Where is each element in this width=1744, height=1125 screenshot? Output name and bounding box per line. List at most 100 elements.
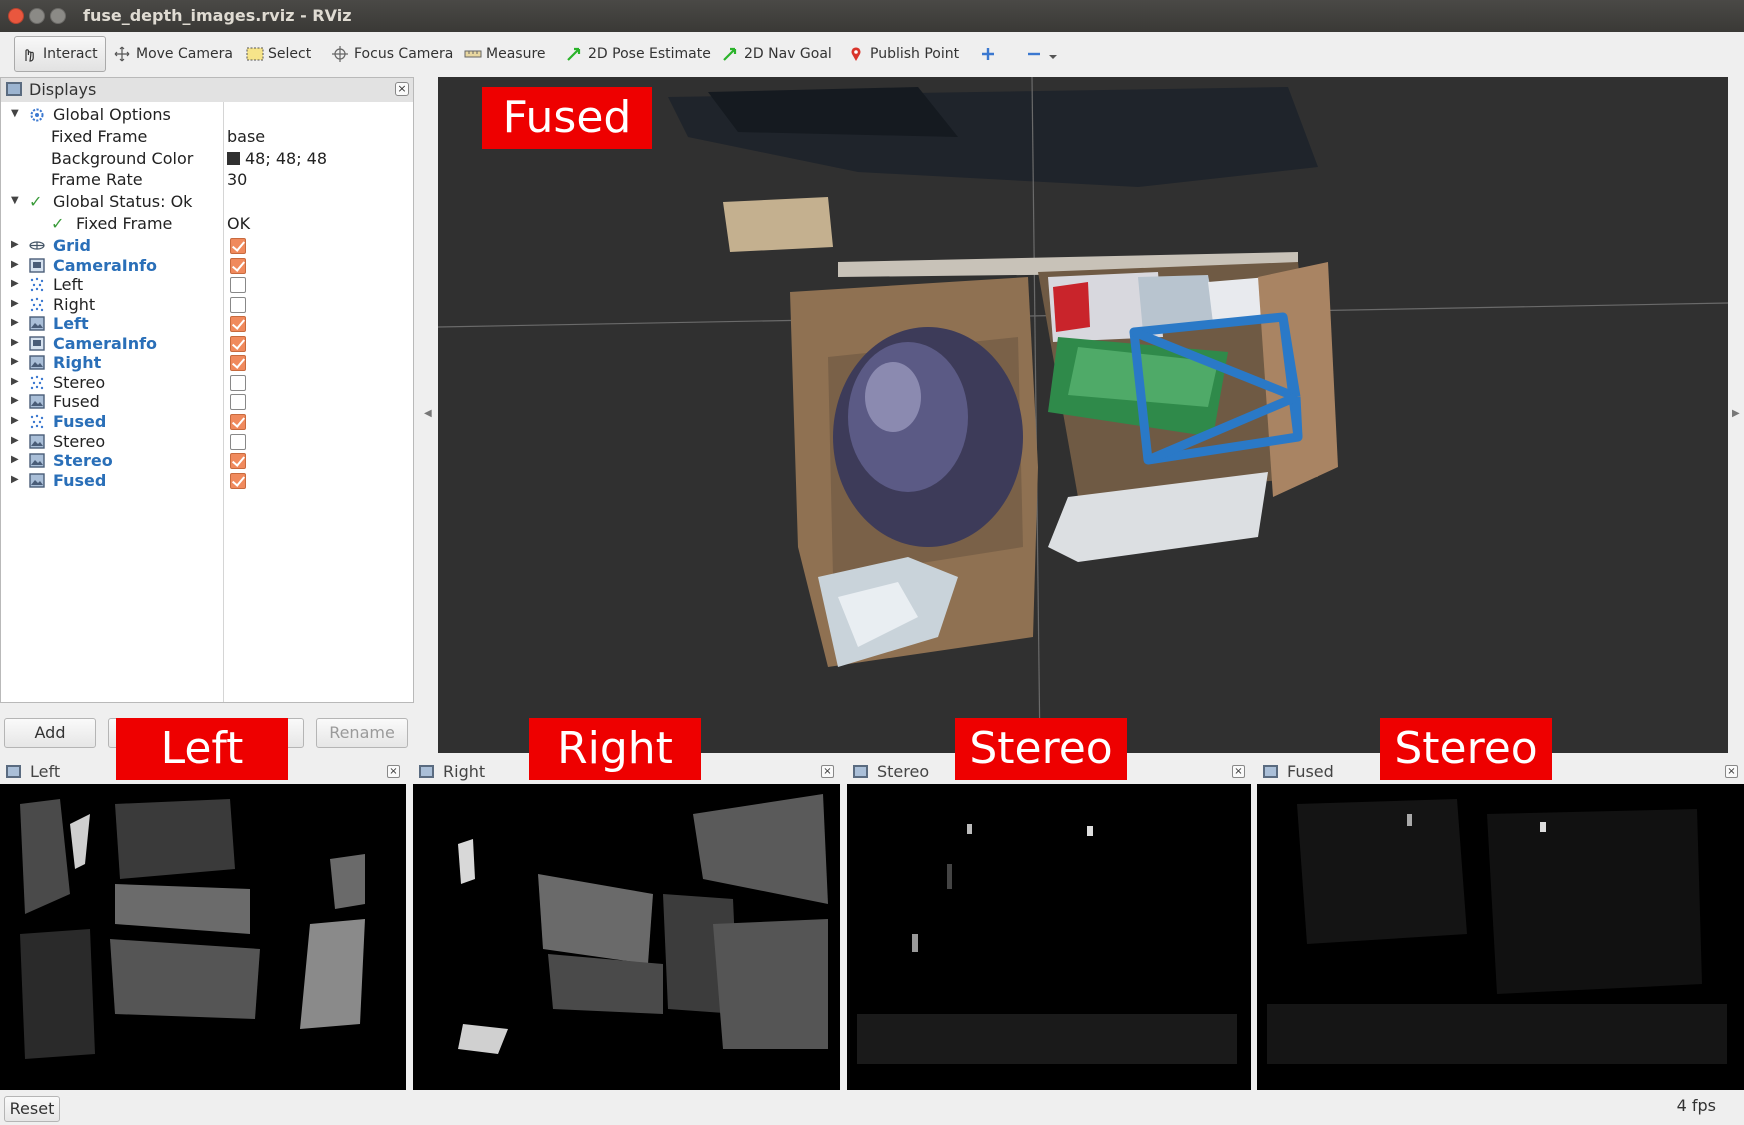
- tree-row-global-status[interactable]: ▼ ✓ Global Status: Ok: [1, 191, 413, 213]
- display-enabled-checkbox[interactable]: [230, 472, 246, 489]
- image-panel-overlay-label: Left: [116, 718, 288, 780]
- expand-right-icon[interactable]: ▶: [11, 259, 19, 270]
- image-panel-overlay-label: Stereo: [955, 718, 1127, 780]
- tree-row-display[interactable]: ▶ CameraInfo: [1, 333, 413, 355]
- display-enabled-checkbox[interactable]: [230, 355, 246, 372]
- window-maximize-button[interactable]: [50, 8, 66, 24]
- property-value[interactable]: 48; 48; 48: [227, 149, 327, 168]
- select-tool-button[interactable]: Select: [240, 36, 317, 72]
- measure-tool-button[interactable]: Measure: [458, 36, 552, 72]
- expand-right-icon[interactable]: ▶: [11, 298, 19, 309]
- expand-right-icon[interactable]: ▶: [11, 239, 19, 250]
- remove-tool-button[interactable]: [1020, 36, 1064, 72]
- 3d-render-view[interactable]: Fused: [438, 77, 1728, 753]
- close-icon[interactable]: ×: [1232, 765, 1245, 778]
- window-close-button[interactable]: [8, 8, 24, 24]
- close-icon[interactable]: ×: [395, 82, 409, 96]
- 2d-nav-goal-tool-button[interactable]: 2D Nav Goal: [716, 36, 838, 72]
- display-enabled-checkbox[interactable]: [230, 316, 246, 333]
- tree-row-display[interactable]: ▶ Right: [1, 352, 413, 374]
- expand-right-icon[interactable]: ▶: [11, 337, 19, 348]
- window-minimize-button[interactable]: [29, 8, 45, 24]
- image-panel-left: Left × Left: [0, 718, 406, 1090]
- display-name: Fused: [53, 411, 107, 431]
- close-icon[interactable]: ×: [1725, 765, 1738, 778]
- tree-row-display[interactable]: ▶ Stereo: [1, 450, 413, 472]
- display-enabled-checkbox[interactable]: [230, 433, 246, 450]
- display-enabled-checkbox[interactable]: [230, 394, 246, 411]
- expand-right-icon[interactable]: ▶: [11, 376, 19, 387]
- tree-row-display[interactable]: ▶ Fused: [1, 391, 413, 413]
- display-enabled-checkbox[interactable]: [230, 277, 246, 294]
- expand-right-icon[interactable]: ▶: [11, 435, 19, 446]
- depth-image: [0, 784, 406, 1090]
- focus-camera-tool-button[interactable]: Focus Camera: [326, 36, 459, 72]
- property-value[interactable]: 30: [227, 170, 247, 189]
- tree-row-display[interactable]: ▶ Right: [1, 294, 413, 316]
- expand-right-icon[interactable]: ▶: [11, 278, 19, 289]
- image-icon: [29, 394, 45, 410]
- expand-down-icon[interactable]: ▼: [11, 108, 19, 119]
- tree-row-display[interactable]: ▶ Stereo: [1, 431, 413, 453]
- display-enabled-checkbox[interactable]: [230, 335, 246, 352]
- tree-row-global-options[interactable]: ▼ Global Options: [1, 104, 413, 126]
- display-enabled-checkbox[interactable]: [230, 257, 246, 274]
- display-name: Fused: [53, 392, 100, 412]
- tree-row-display[interactable]: ▶ Stereo: [1, 372, 413, 394]
- tree-row-display[interactable]: ▶ Fused: [1, 470, 413, 492]
- tree-row-display[interactable]: ▶ Left: [1, 313, 413, 335]
- move-camera-tool-button[interactable]: Move Camera: [108, 36, 239, 72]
- tree-row-frame-rate[interactable]: Frame Rate 30: [1, 169, 413, 191]
- publish-point-tool-button[interactable]: Publish Point: [842, 36, 965, 72]
- expand-right-icon[interactable]: ▶: [11, 474, 19, 485]
- expand-right-icon[interactable]: ▶: [11, 395, 19, 406]
- fps-readout: 4 fps: [1676, 1096, 1716, 1115]
- close-icon[interactable]: ×: [821, 765, 834, 778]
- grid-icon: [29, 238, 45, 253]
- rename-display-button[interactable]: Rename: [316, 718, 408, 748]
- tree-row-display[interactable]: ▶ Grid: [1, 235, 413, 257]
- add-display-button[interactable]: Add: [4, 718, 96, 748]
- add-tool-button[interactable]: [974, 36, 1002, 72]
- tree-row-background-color[interactable]: Background Color 48; 48; 48: [1, 148, 413, 170]
- display-enabled-checkbox[interactable]: [230, 296, 246, 313]
- green-arrow-icon: [722, 46, 738, 62]
- displays-panel-title: Displays: [29, 80, 97, 99]
- image-panel-right: Right × Right: [413, 718, 840, 1090]
- display-enabled-checkbox[interactable]: [230, 413, 246, 430]
- tree-row-fixed-frame[interactable]: Fixed Frame base: [1, 126, 413, 148]
- tree-row-display[interactable]: ▶ Fused: [1, 411, 413, 433]
- reset-button[interactable]: Reset: [4, 1096, 60, 1122]
- move-camera-icon: [114, 46, 130, 62]
- expand-right-icon[interactable]: ▶: [11, 454, 19, 465]
- display-enabled-checkbox[interactable]: [230, 453, 246, 470]
- expand-right-icon[interactable]: ▶: [11, 415, 19, 426]
- interact-tool-button[interactable]: Interact: [14, 36, 106, 72]
- pointcloud-icon: [29, 297, 45, 312]
- display-name: Right: [53, 294, 96, 314]
- expand-right-icon[interactable]: ▶: [11, 356, 19, 367]
- tree-row-display[interactable]: ▶ Left: [1, 274, 413, 296]
- displays-panel: Displays × ▼ Global Options Fixed Frame …: [0, 77, 414, 703]
- collapse-right-arrow[interactable]: ▶: [1732, 408, 1740, 419]
- select-tool-label: Select: [268, 46, 312, 62]
- display-name: Left: [53, 314, 89, 334]
- 2d-nav-goal-tool-label: 2D Nav Goal: [744, 46, 832, 62]
- collapse-left-arrow[interactable]: ◀: [424, 408, 432, 419]
- 2d-pose-estimate-tool-button[interactable]: 2D Pose Estimate: [560, 36, 717, 72]
- tree-row-status-fixed-frame[interactable]: ✓ Fixed Frame OK: [1, 213, 413, 235]
- tree-row-display[interactable]: ▶ CameraInfo: [1, 255, 413, 277]
- expand-down-icon[interactable]: ▼: [11, 195, 19, 206]
- image-icon: [1263, 765, 1278, 778]
- fused-point-cloud-scene: [438, 77, 1728, 753]
- property-value[interactable]: base: [227, 127, 265, 146]
- display-enabled-checkbox[interactable]: [230, 238, 246, 254]
- expand-right-icon[interactable]: ▶: [11, 317, 19, 328]
- close-icon[interactable]: ×: [387, 765, 400, 778]
- status-bar: Reset 4 fps: [0, 1090, 1744, 1125]
- image-icon: [29, 355, 45, 370]
- camera-info-icon: [29, 336, 45, 351]
- camera-info-icon: [29, 257, 45, 273]
- display-enabled-checkbox[interactable]: [230, 374, 246, 391]
- ruler-icon: [464, 46, 482, 62]
